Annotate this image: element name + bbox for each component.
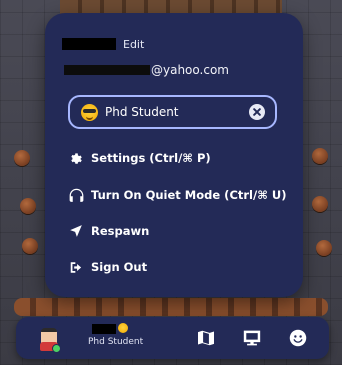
bar-status-text: Phd Student — [88, 337, 144, 347]
redacted-bar-username — [92, 324, 116, 334]
location-arrow-icon — [67, 223, 85, 239]
game-chair-row — [14, 298, 328, 316]
respawn-label: Respawn — [91, 224, 150, 238]
game-wall-strip — [60, 0, 282, 14]
status-input-value[interactable]: Phd Student — [105, 105, 249, 119]
online-status-indicator — [52, 344, 61, 353]
clear-status-icon[interactable] — [249, 104, 265, 120]
game-chair — [20, 198, 36, 214]
redacted-email-name — [64, 65, 150, 75]
game-chair — [22, 238, 38, 254]
redacted-username — [62, 38, 116, 50]
sunglasses-emoji-icon[interactable] — [81, 103, 98, 121]
settings-label: Settings (Ctrl/⌘ P) — [91, 151, 211, 165]
sign-out-label: Sign Out — [91, 260, 148, 274]
profile-menu: Edit @yahoo.com Phd Student Settings (Ct… — [45, 13, 303, 297]
quiet-mode-label: Turn On Quiet Mode (Ctrl/⌘ U) — [91, 188, 287, 202]
bottom-bar: Phd Student — [16, 317, 329, 359]
game-chair — [312, 196, 328, 212]
game-chair — [316, 240, 332, 256]
sunglasses-emoji-icon — [118, 323, 128, 333]
screen-share-icon[interactable] — [242, 329, 262, 347]
edit-profile-link[interactable]: Edit — [123, 38, 144, 51]
settings-menu-item[interactable]: Settings (Ctrl/⌘ P) — [67, 148, 211, 168]
game-chair — [14, 150, 30, 166]
avatar[interactable] — [38, 325, 61, 353]
status-input[interactable]: Phd Student — [68, 95, 277, 129]
email-domain: @yahoo.com — [151, 63, 229, 77]
sign-out-menu-item[interactable]: Sign Out — [67, 257, 147, 277]
respawn-menu-item[interactable]: Respawn — [67, 221, 149, 241]
game-chair — [312, 148, 328, 164]
map-icon[interactable] — [196, 329, 216, 347]
gear-icon — [67, 150, 85, 166]
sign-out-icon — [67, 259, 85, 275]
emoji-reaction-icon[interactable] — [288, 329, 308, 347]
quiet-mode-menu-item[interactable]: Turn On Quiet Mode (Ctrl/⌘ U) — [67, 185, 286, 205]
headphones-icon — [67, 187, 85, 203]
